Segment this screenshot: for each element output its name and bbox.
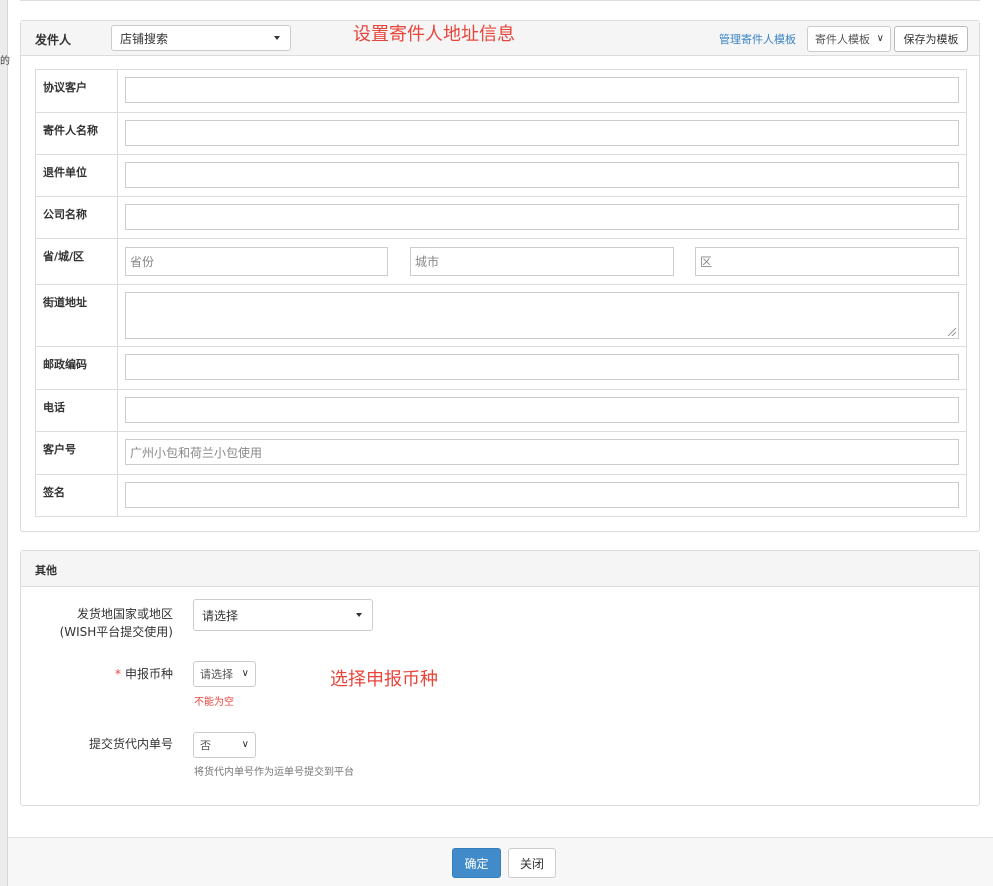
dialog-footer: 确定 关闭	[8, 837, 993, 886]
sender-panel: 发件人 店铺搜索 设置寄件人地址信息 管理寄件人模板 寄件人模板 ∨ 保存为模板…	[20, 20, 980, 532]
close-button[interactable]: 关闭	[508, 848, 556, 878]
caret-down-icon	[356, 613, 362, 617]
sender-template-select-value: 寄件人模板	[815, 33, 870, 46]
form-row-signature: 签名	[36, 475, 966, 516]
forwarder-number-label-text: 提交货代内单号	[88, 737, 173, 751]
resize-grip-icon[interactable]	[948, 328, 956, 336]
cut-off-text: 的	[0, 56, 10, 67]
form-label: 省/城/区	[36, 239, 118, 284]
sender-address-annotation: 设置寄件人地址信息	[353, 24, 515, 45]
ship-country-label-line1: 发货地国家或地区	[76, 607, 173, 621]
city-placeholder: 城市	[415, 255, 440, 269]
declare-currency-label-text: 申报币种	[124, 667, 173, 681]
save-as-template-button[interactable]: 保存为模板	[894, 26, 968, 52]
form-row-phone: 电话	[36, 390, 966, 432]
signature-input[interactable]	[125, 482, 959, 508]
shop-search-select[interactable]: 店铺搜索	[111, 25, 291, 51]
currency-error-message: 不能为空	[194, 697, 234, 708]
form-label: 退件单位	[36, 155, 118, 196]
form-row-street-address: 街道地址	[36, 285, 966, 347]
forwarder-number-hint: 将货代内单号作为运单号提交到平台	[194, 767, 354, 778]
city-input[interactable]: 城市	[410, 247, 674, 276]
phone-input[interactable]	[125, 397, 959, 423]
form-label: 客户号	[36, 432, 118, 474]
sender-panel-title: 发件人	[35, 33, 72, 47]
street-address-textarea[interactable]	[125, 292, 959, 339]
sender-form-table: 协议客户 寄件人名称 退件单位 公司名称 省/城/区 省份 城市 区 街道地址 …	[35, 69, 967, 517]
sender-name-input[interactable]	[125, 120, 959, 146]
form-label: 街道地址	[36, 285, 118, 346]
form-label: 寄件人名称	[36, 113, 118, 154]
sender-panel-header: 发件人 店铺搜索 设置寄件人地址信息 管理寄件人模板 寄件人模板 ∨ 保存为模板	[21, 21, 979, 56]
form-row-agreement-customer: 协议客户	[36, 70, 966, 113]
province-placeholder: 省份	[130, 255, 155, 269]
declare-currency-select-value: 请选择	[200, 668, 233, 681]
form-label: 公司名称	[36, 197, 118, 238]
currency-annotation: 选择申报币种	[330, 669, 438, 690]
ship-country-select-value: 请选择	[202, 608, 239, 623]
form-row-sender-name: 寄件人名称	[36, 113, 966, 155]
sender-template-select[interactable]: 寄件人模板 ∨	[807, 26, 891, 52]
forwarder-number-select-value: 否	[200, 739, 211, 752]
caret-down-icon	[274, 36, 280, 40]
forwarder-number-select[interactable]: 否 ∨	[193, 732, 256, 758]
chevron-down-icon: ∨	[876, 33, 884, 44]
form-label: 电话	[36, 390, 118, 431]
top-divider	[20, 0, 980, 1]
form-row-customer-number: 客户号 广州小包和荷兰小包使用	[36, 432, 966, 475]
left-edge-strip: 的	[0, 0, 10, 886]
ship-country-label: 发货地国家或地区 (WISH平台提交使用)	[41, 605, 173, 641]
manage-sender-template-link[interactable]: 管理寄件人模板	[719, 31, 796, 47]
confirm-button[interactable]: 确定	[452, 848, 501, 878]
district-placeholder: 区	[700, 255, 713, 269]
form-label: 协议客户	[36, 70, 118, 112]
return-unit-input[interactable]	[125, 162, 959, 188]
form-label: 签名	[36, 475, 118, 516]
form-row-region: 省/城/区 省份 城市 区	[36, 239, 966, 285]
chevron-down-icon: ∨	[241, 739, 249, 750]
form-row-return-unit: 退件单位	[36, 155, 966, 197]
customer-number-placeholder: 广州小包和荷兰小包使用	[130, 445, 263, 460]
form-row-company-name: 公司名称	[36, 197, 966, 239]
form-row-postal-code: 邮政编码	[36, 347, 966, 390]
other-panel: 其他 发货地国家或地区 (WISH平台提交使用) 请选择 * 申报币种 请选择 ∨…	[20, 550, 980, 806]
chevron-down-icon: ∨	[241, 668, 249, 679]
forwarder-number-label: 提交货代内单号	[41, 735, 173, 753]
declare-currency-label: * 申报币种	[41, 665, 173, 683]
other-panel-title: 其他	[35, 564, 57, 577]
ship-country-select[interactable]: 请选择	[193, 599, 373, 631]
district-input[interactable]: 区	[695, 247, 959, 276]
company-name-input[interactable]	[125, 204, 959, 230]
customer-number-input[interactable]: 广州小包和荷兰小包使用	[125, 439, 959, 465]
agreement-customer-input[interactable]	[125, 77, 959, 103]
province-input[interactable]: 省份	[125, 247, 388, 276]
declare-currency-select[interactable]: 请选择 ∨	[193, 661, 256, 687]
form-label: 邮政编码	[36, 347, 118, 389]
postal-code-input[interactable]	[125, 354, 959, 380]
other-panel-header: 其他	[21, 551, 979, 587]
shop-search-select-value: 店铺搜索	[120, 31, 169, 46]
ship-country-label-line2: (WISH平台提交使用)	[59, 625, 173, 639]
required-mark: *	[114, 667, 121, 681]
